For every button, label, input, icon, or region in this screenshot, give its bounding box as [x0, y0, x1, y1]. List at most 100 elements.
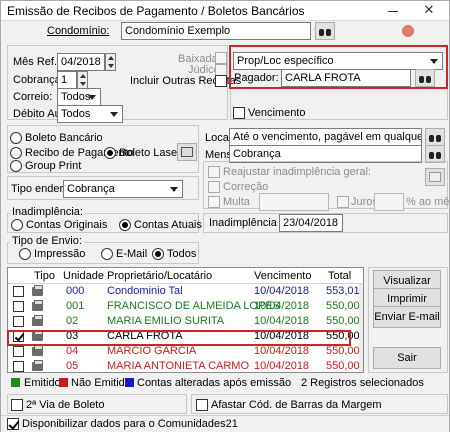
- disponibilizar-checkbox[interactable]: [7, 418, 19, 430]
- search-condominio-button[interactable]: [315, 22, 335, 40]
- contas-atuais-label: Contas Atuais: [134, 219, 202, 231]
- record-icon[interactable]: [402, 25, 414, 37]
- correio-label: Correio:: [13, 91, 53, 103]
- segunda-via-checkbox[interactable]: [11, 399, 23, 411]
- outras-receitas-checkbox[interactable]: [215, 75, 227, 87]
- legend-alteradas-swatch: [125, 378, 134, 387]
- email-radio[interactable]: [101, 248, 113, 260]
- printer-icon: [32, 345, 43, 356]
- legend-alteradas: Contas alteradas após emissão: [137, 377, 292, 389]
- enviar-email-button[interactable]: Enviar E-mail: [373, 306, 441, 328]
- impressao-label: Impressão: [34, 248, 86, 260]
- cell-vencimento: 10/04/2018: [254, 300, 310, 312]
- binoculars-icon: [429, 150, 441, 159]
- inad-ate-field[interactable]: 23/04/2018: [279, 214, 343, 232]
- cobranca-spinner[interactable]: [77, 71, 88, 89]
- group-print-radio[interactable]: [10, 160, 22, 172]
- mes-ref-field[interactable]: 04/2018: [57, 53, 105, 71]
- disponibilizar-label: Disponibilizar dados para o Comunidades2…: [22, 418, 238, 430]
- col-total[interactable]: Total: [328, 270, 351, 282]
- condominio-field[interactable]: Condomínio Exemplo: [121, 22, 311, 40]
- col-vencimento[interactable]: Vencimento: [254, 270, 311, 282]
- cell-proprietario: Condominio Tal: [107, 285, 183, 297]
- row-checkbox[interactable]: [13, 301, 24, 312]
- cell-unidade: 05: [66, 360, 79, 372]
- multa-field[interactable]: [259, 193, 329, 211]
- reajuste-config-button[interactable]: [425, 168, 445, 186]
- sair-button[interactable]: Sair: [373, 347, 441, 369]
- tipo-envio-title: Tipo de Envio:: [10, 235, 84, 247]
- afastar-label: Afastar Cód. de Barras da Margem: [211, 399, 382, 411]
- afastar-checkbox[interactable]: [196, 399, 208, 411]
- reajustar-checkbox[interactable]: [208, 166, 220, 178]
- col-unidade[interactable]: Unidade: [63, 270, 104, 282]
- contas-originais-radio[interactable]: [11, 219, 23, 231]
- todos-envio-label: Todos: [167, 248, 197, 260]
- status-bar: Disponibilizar dados para o Comunidades2…: [1, 415, 449, 432]
- boleto-laser-radio[interactable]: [104, 147, 116, 159]
- correcao-checkbox[interactable]: [208, 181, 220, 193]
- juros-field[interactable]: [374, 193, 404, 211]
- legend-emitido: Emitido: [24, 377, 61, 389]
- boleto-bancario-radio[interactable]: [10, 132, 22, 144]
- table-row[interactable]: 04 MARCIO GARCIA 10/04/2018 550,00: [8, 344, 363, 359]
- table-row[interactable]: 02 MARIA EMILIO SURITA 10/04/2018 550,00: [8, 314, 363, 329]
- cell-unidade: 04: [66, 345, 79, 357]
- table-row[interactable]: 000 Condominio Tal 10/04/2018 553,01: [8, 284, 363, 299]
- col-tipo[interactable]: Tipo: [34, 270, 55, 282]
- registros-selecionados: 2 Registros selecionados: [301, 377, 424, 389]
- vencimento-checkbox[interactable]: [233, 107, 245, 119]
- contas-originais-label: Contas Originais: [26, 219, 108, 231]
- boletos-grid[interactable]: Tipo Unidade Proprietário/Locatário Venc…: [7, 267, 364, 373]
- row-checkbox[interactable]: [13, 346, 24, 357]
- col-proprietario[interactable]: Proprietário/Locatário: [107, 270, 212, 282]
- inadimplencia-title: Inadimplência:: [10, 206, 85, 218]
- tipo-endereco-select[interactable]: Cobrança: [63, 180, 183, 198]
- correio-select[interactable]: Todos: [57, 88, 101, 106]
- printer-icon: [32, 300, 43, 311]
- group-print-label: Group Print: [25, 160, 82, 172]
- minimize-icon[interactable]: [385, 3, 401, 17]
- grid-header: Tipo Unidade Proprietário/Locatário Venc…: [8, 268, 363, 284]
- close-icon[interactable]: ✕: [421, 3, 437, 17]
- impressao-radio[interactable]: [19, 248, 31, 260]
- cell-total: 553,01: [326, 285, 360, 297]
- binoculars-icon: [429, 133, 441, 142]
- juros-checkbox[interactable]: [337, 196, 349, 208]
- grid-scrollbar[interactable]: [359, 284, 363, 372]
- config-layout-button[interactable]: [177, 143, 197, 161]
- multa-label: Multa: [223, 196, 250, 208]
- highlight-pagador: [229, 45, 448, 89]
- segunda-via-label: 2ª Via de Boleto: [26, 399, 105, 411]
- search-local-button[interactable]: [425, 128, 445, 146]
- debito-select[interactable]: Todos: [57, 105, 123, 123]
- email-label: E-Mail: [116, 248, 148, 260]
- boleto-laser-label: Boleto Laser: [119, 147, 181, 159]
- cell-vencimento: 10/04/2018: [254, 285, 310, 297]
- contas-atuais-radio[interactable]: [119, 219, 131, 231]
- correcao-label: Correção: [223, 181, 269, 193]
- main-window: Emissão de Recibos de Pagamento / Boleto…: [0, 0, 450, 432]
- row-checkbox[interactable]: [13, 361, 24, 372]
- table-row[interactable]: 001 FRANCISCO DE ALMEIDA LOPES 10/04/2018 5…: [8, 299, 363, 314]
- local-field[interactable]: Até o vencimento, pagável em qualquer ba…: [229, 128, 422, 146]
- cell-proprietario: MARCIO GARCIA: [107, 345, 197, 357]
- cobranca-field[interactable]: 1: [57, 71, 77, 89]
- recibo-label: Recibo de Pagamento: [25, 147, 134, 159]
- vencimento-label: Vencimento: [248, 107, 306, 119]
- cell-unidade: 02: [66, 315, 79, 327]
- reajustar-label: Reajustar inadimplência geral:: [223, 166, 371, 178]
- row-checkbox[interactable]: [13, 316, 24, 327]
- multa-checkbox[interactable]: [208, 196, 220, 208]
- table-row[interactable]: 05 MARIA ANTONIETA CARMO 10/04/2018 550,00: [8, 359, 363, 372]
- layout-icon: [429, 172, 441, 182]
- recibo-radio[interactable]: [10, 147, 22, 159]
- todos-envio-radio[interactable]: [152, 248, 164, 260]
- cell-total: 550,00: [326, 360, 360, 372]
- row-checkbox[interactable]: [13, 286, 24, 297]
- cell-total: 550,00: [326, 300, 360, 312]
- baixadas-checkbox[interactable]: [215, 52, 227, 64]
- juros-suffix: % ao mês: [406, 196, 450, 208]
- cell-unidade: 001: [66, 300, 85, 312]
- mes-ref-spinner[interactable]: [105, 53, 116, 71]
